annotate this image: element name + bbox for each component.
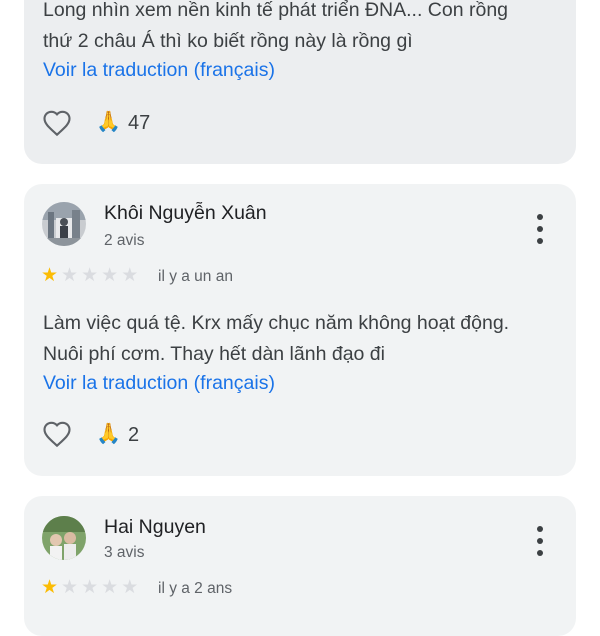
review-date: il y a un an: [158, 268, 233, 285]
review-card: Hai Nguyen 3 avis ★ ★ ★ ★ ★ il y a 2 ans: [24, 496, 576, 636]
author-review-count: 2 avis: [104, 232, 145, 249]
more-options-button[interactable]: [526, 524, 554, 558]
dot: [537, 538, 543, 544]
heart-icon[interactable]: [40, 108, 74, 138]
star-empty-icon: ★: [121, 577, 139, 598]
translate-link[interactable]: Voir la traduction (français): [43, 372, 275, 395]
pray-reaction-icon[interactable]: 🙏: [96, 110, 121, 134]
review-text-line: Làm việc quá tệ. Krx mấy chục năm không …: [43, 312, 510, 334]
star-empty-icon: ★: [81, 577, 99, 598]
heart-icon[interactable]: [40, 419, 74, 449]
star-empty-icon: ★: [61, 577, 79, 598]
avatar[interactable]: [42, 516, 86, 560]
dot: [537, 214, 543, 220]
author-name[interactable]: Khôi Nguyễn Xuân: [104, 202, 267, 225]
dot: [537, 526, 543, 532]
review-card: Khôi Nguyễn Xuân 2 avis ★ ★ ★ ★ ★ il y a un …: [24, 184, 576, 476]
star-filled-icon: ★: [41, 577, 59, 598]
review-text-line: Nuôi phí cơm. Thay hết dàn lãnh đạo đi: [43, 343, 385, 365]
review-text-line: Long nhìn xem nền kinh tế phát triển ĐNA…: [43, 0, 509, 21]
star-filled-icon: ★: [41, 265, 59, 286]
reaction-count: 2: [128, 424, 140, 446]
more-options-button[interactable]: [526, 212, 554, 246]
star-empty-icon: ★: [121, 265, 139, 286]
star-empty-icon: ★: [81, 265, 99, 286]
author-review-count: 3 avis: [104, 544, 145, 561]
review-date: il y a 2 ans: [158, 580, 233, 597]
star-empty-icon: ★: [101, 577, 119, 598]
star-rating: ★ ★ ★ ★ ★: [41, 578, 138, 598]
dot: [537, 550, 543, 556]
dot: [537, 238, 543, 244]
star-empty-icon: ★: [101, 265, 119, 286]
reaction-count: 47: [128, 112, 151, 134]
review-text-line: thứ 2 châu Á thì ko biết rồng này là rồn…: [43, 30, 413, 52]
pray-reaction-icon[interactable]: 🙏: [96, 422, 121, 446]
star-empty-icon: ★: [61, 265, 79, 286]
avatar[interactable]: [42, 202, 86, 246]
dot: [537, 226, 543, 232]
translate-link[interactable]: Voir la traduction (français): [43, 59, 275, 82]
author-name[interactable]: Hai Nguyen: [104, 516, 206, 539]
review-card: Long nhìn xem nền kinh tế phát triển ĐNA…: [24, 0, 576, 164]
star-rating: ★ ★ ★ ★ ★: [41, 266, 138, 286]
